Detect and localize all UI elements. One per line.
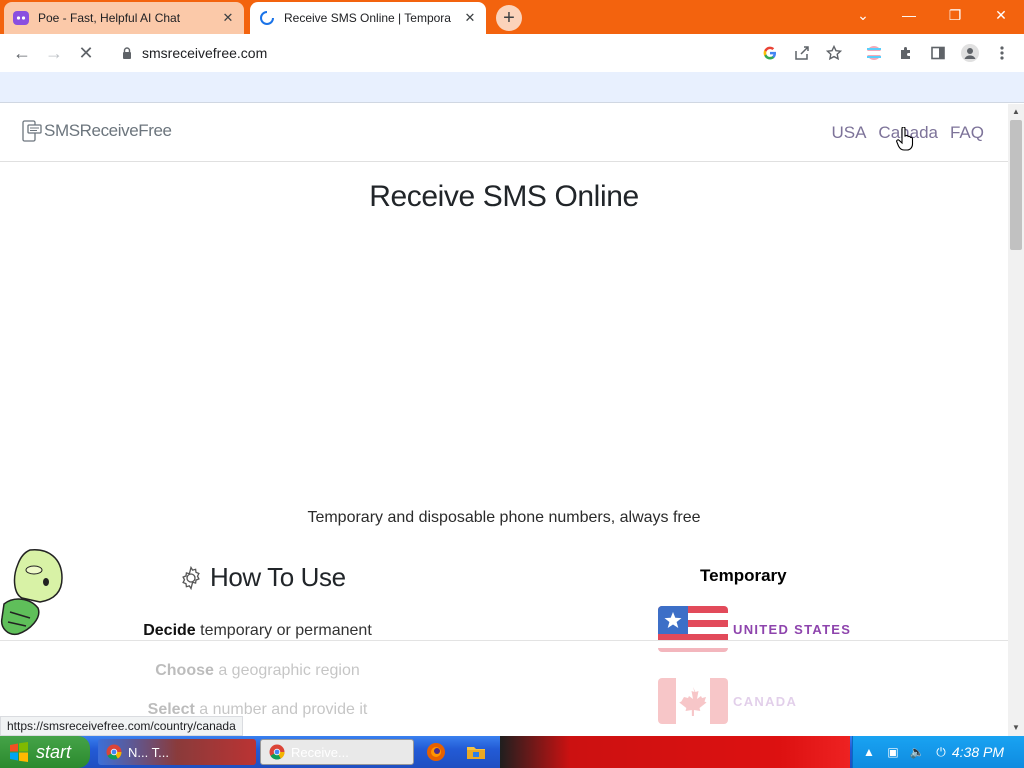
tab-poe[interactable]: Poe - Fast, Helpful AI Chat ✕ [4,2,244,34]
start-button[interactable]: start [0,736,90,768]
network-icon[interactable]: ▣ [885,744,901,760]
cartoon-character-sticker [0,549,63,636]
close-icon[interactable]: ✕ [220,10,236,26]
chrome-icon [106,744,122,760]
country-link-canada[interactable]: CANADA [658,678,797,724]
file-explorer-icon[interactable] [466,742,486,762]
address-bar[interactable] [110,37,990,69]
forward-button[interactable]: → [42,41,66,65]
link-preview-status: https://smsreceivefree.com/country/canad… [0,716,243,736]
taskbar-background-art [500,736,850,768]
scroll-up-arrow-icon[interactable]: ▲ [1008,104,1024,120]
minimize-button[interactable]: — [886,0,932,30]
logo-text: SMSReceiveFree [44,121,172,140]
lock-icon [123,47,131,59]
scroll-down-arrow-icon[interactable]: ▼ [1008,720,1024,736]
show-hidden-icons-icon[interactable]: ▲ [861,744,877,760]
chrome-icon [269,744,285,760]
site-logo[interactable]: SMSReceiveFree [22,120,172,142]
nav-link-usa[interactable]: USA [831,123,866,143]
puzzle-icon[interactable] [896,43,916,63]
country-name: CANADA [733,693,798,709]
star-icon[interactable] [824,43,844,63]
tab-receive-sms[interactable]: Receive SMS Online | Tempora ✕ [250,2,486,34]
start-label: start [36,741,72,762]
stop-loading-button[interactable]: ✕ [74,41,98,65]
url-input[interactable] [142,45,642,61]
loading-spinner-icon [258,9,276,27]
power-icon[interactable]: ⏻ [933,744,949,760]
close-icon[interactable]: ✕ [462,10,478,26]
os-taskbar: start N... T... Receive... ▲ ▣ 🔈 ⏻ 4:38 … [0,736,1024,768]
bookmarks-bar [0,72,1024,103]
hand-pointer-cursor-icon [896,127,914,151]
profile-icon[interactable] [960,43,980,63]
site-header: SMSReceiveFree USA Canada FAQ [0,104,1008,162]
scrollbar-thumb[interactable] [1010,120,1022,250]
us-flag-icon [658,606,728,652]
browser-toolbar: ← → ✕ [0,34,1024,72]
taskbar-item-chrome-1[interactable]: N... T... [98,739,256,765]
back-button[interactable]: ← [10,41,34,65]
menu-icon[interactable] [992,43,1012,63]
tagline: Temporary and disposable phone numbers, … [307,509,701,526]
how-to-use-text: How To Use [210,562,346,592]
volume-icon[interactable]: 🔈 [909,744,925,760]
close-window-button[interactable]: ✕ [978,0,1024,30]
extension-color-icon[interactable] [864,43,884,63]
step-keyword: Decide [143,622,196,639]
task-label: N... T... [128,744,169,760]
sidepanel-icon[interactable] [928,43,948,63]
canada-flag-icon [658,678,728,724]
browser-titlebar: Poe - Fast, Helpful AI Chat ✕ Receive SM… [0,0,1024,34]
step-keyword: Choose [155,662,214,679]
poe-icon [12,9,30,27]
taskbar-item-chrome-2[interactable]: Receive... [260,739,414,765]
tab-search-icon[interactable]: ⌄ [840,0,886,30]
system-tray: ▲ ▣ 🔈 ⏻ 4:38 PM [852,736,1024,768]
system-clock[interactable]: 4:38 PM [952,744,1004,760]
google-icon[interactable] [760,43,780,63]
restore-button[interactable]: ❐ [932,0,978,30]
windows-logo-icon [10,742,28,762]
step-decide: Decide temporary or permanent [0,622,515,640]
country-name: UNITED STATES [733,621,852,637]
task-label: Receive... [291,744,349,760]
new-tab-button[interactable]: + [496,5,522,31]
gear-icon [182,565,200,590]
nav-link-faq[interactable]: FAQ [950,123,984,143]
step-text: temporary or permanent [195,622,372,639]
web-page: SMSReceiveFree USA Canada FAQ Receive SM… [0,104,1008,736]
divider [0,640,1008,641]
share-icon[interactable] [792,43,812,63]
tab-title: Poe - Fast, Helpful AI Chat [38,11,181,25]
page-scrollbar[interactable]: ▲ ▼ [1008,104,1024,736]
temporary-heading: Temporary [700,566,787,585]
tab-title: Receive SMS Online | Tempora [284,11,451,25]
step-text: a geographic region [213,662,360,679]
step-choose: Choose a geographic region [0,662,515,680]
page-title: Receive SMS Online [369,180,639,213]
firefox-icon[interactable] [426,742,446,762]
country-link-united-states[interactable]: UNITED STATES [658,606,851,652]
how-to-use-heading: How To Use [178,562,346,593]
sms-phone-icon [22,120,42,142]
